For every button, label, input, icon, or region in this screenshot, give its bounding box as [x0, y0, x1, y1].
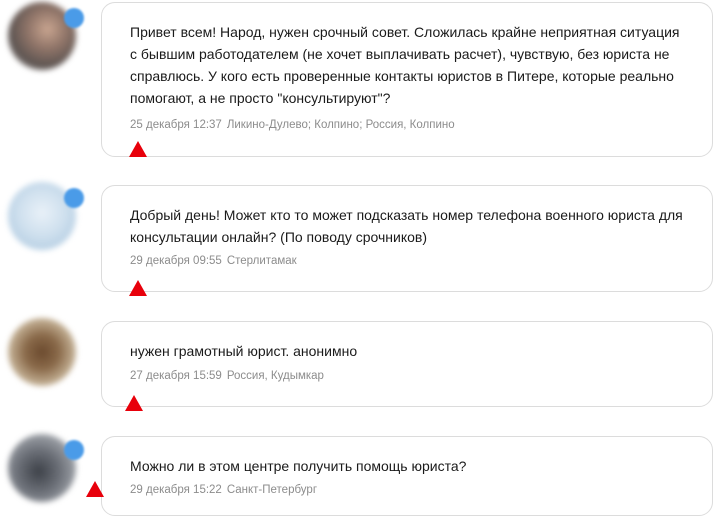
verified-badge-icon: [64, 188, 84, 208]
post-text: Привет всем! Народ, нужен срочный совет.…: [130, 24, 680, 106]
post-text: нужен грамотный юрист. анонимно: [130, 343, 358, 359]
verified-badge-icon: [64, 440, 84, 460]
post-card[interactable]: Можно ли в этом центре получить помощь ю…: [101, 436, 713, 516]
post-location: Санкт-Петербург: [226, 484, 318, 496]
red-triangle-marker-icon: [129, 280, 147, 296]
red-triangle-marker-icon: [129, 141, 147, 157]
post-meta: 29 декабря 09:55 Стерлитамак: [130, 255, 297, 267]
post-location: Россия, Кудымкар: [226, 370, 324, 382]
post-meta: 27 декабря 15:59 Россия, Кудымкар: [130, 370, 324, 382]
post-date: 25 декабря 12:37: [130, 119, 222, 131]
post-meta: 29 декабря 15:22 Санкт-Петербург: [130, 484, 317, 496]
verified-badge-icon: [64, 8, 84, 28]
red-triangle-marker-icon: [125, 395, 143, 411]
post-date: 29 декабря 15:22: [130, 484, 222, 496]
post-card[interactable]: Привет всем! Народ, нужен срочный совет.…: [101, 2, 713, 157]
post-location: Ликино-Дулево; Колпино; Россия, Колпино: [226, 119, 455, 131]
post-card[interactable]: Добрый день! Может кто то может подсказа…: [101, 185, 713, 292]
post-text: Можно ли в этом центре получить помощь ю…: [130, 458, 467, 474]
user-avatar[interactable]: [8, 318, 76, 386]
post-card[interactable]: нужен грамотный юрист. анонимно 27 декаб…: [101, 321, 713, 407]
post-date: 29 декабря 09:55: [130, 255, 222, 267]
post-location: Стерлитамак: [226, 255, 297, 267]
post-meta: 25 декабря 12:37 Ликино-Дулево; Колпино; …: [130, 119, 455, 131]
post-date: 27 декабря 15:59: [130, 370, 222, 382]
post-text: Добрый день! Может кто то может подсказа…: [130, 207, 683, 245]
